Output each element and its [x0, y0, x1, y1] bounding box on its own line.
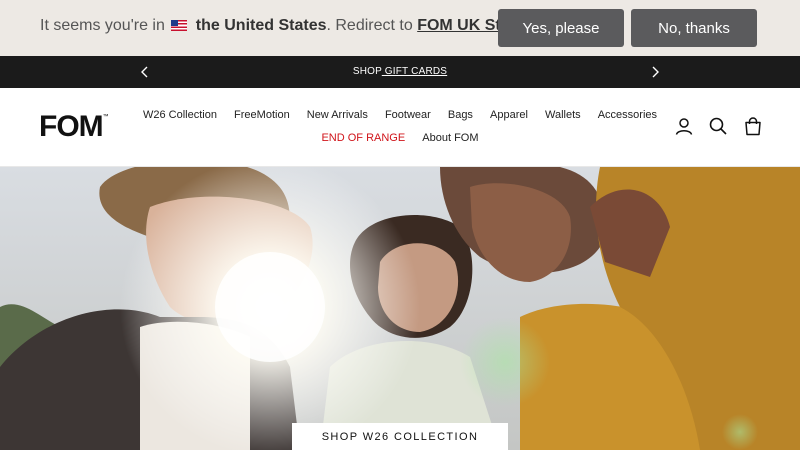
nav-item-apparel[interactable]: Apparel: [490, 109, 528, 121]
cart-icon[interactable]: [743, 116, 763, 136]
nav-item-end-of-range[interactable]: END OF RANGE: [321, 132, 405, 144]
announcement-prefix: SHOP: [352, 66, 382, 77]
nav-item-about-fom[interactable]: About FOM: [422, 132, 478, 144]
nav-item-accessories[interactable]: Accessories: [598, 109, 657, 121]
chevron-right-icon[interactable]: [647, 64, 663, 80]
announcement-message: SHOP GIFT CARDS: [0, 66, 800, 77]
shop-collection-button[interactable]: SHOP W26 COLLECTION: [292, 423, 508, 450]
geo-prefix: It seems you're in: [40, 17, 165, 34]
hero-banner: SHOP W26 COLLECTION: [0, 167, 800, 450]
hero-photo: [0, 167, 800, 450]
us-flag-icon: [171, 20, 188, 31]
geo-middle: . Redirect to: [326, 17, 418, 34]
search-icon[interactable]: [708, 116, 728, 136]
announcement-bar: SHOP GIFT CARDS: [0, 56, 800, 88]
gift-cards-link[interactable]: GIFT CARDS: [382, 66, 447, 77]
site-header: FOM™ W26 Collection FreeMotion New Arriv…: [0, 88, 800, 167]
nav-item-footwear[interactable]: Footwear: [385, 109, 431, 121]
redirect-yes-button[interactable]: Yes, please: [498, 9, 624, 47]
nav-item-bags[interactable]: Bags: [448, 109, 473, 121]
nav-item-new-arrivals[interactable]: New Arrivals: [307, 109, 368, 121]
nav-item-w26-collection[interactable]: W26 Collection: [143, 109, 217, 121]
geo-country: the United States: [195, 17, 327, 34]
account-icon[interactable]: [674, 116, 694, 136]
geo-redirect-banner: It seems you're in the United States. Re…: [0, 0, 800, 56]
geo-message: It seems you're in the United States. Re…: [40, 17, 535, 35]
nav-item-wallets[interactable]: Wallets: [545, 109, 581, 121]
nav-item-freemotion[interactable]: FreeMotion: [234, 109, 290, 121]
redirect-no-button[interactable]: No, thanks: [631, 9, 757, 47]
